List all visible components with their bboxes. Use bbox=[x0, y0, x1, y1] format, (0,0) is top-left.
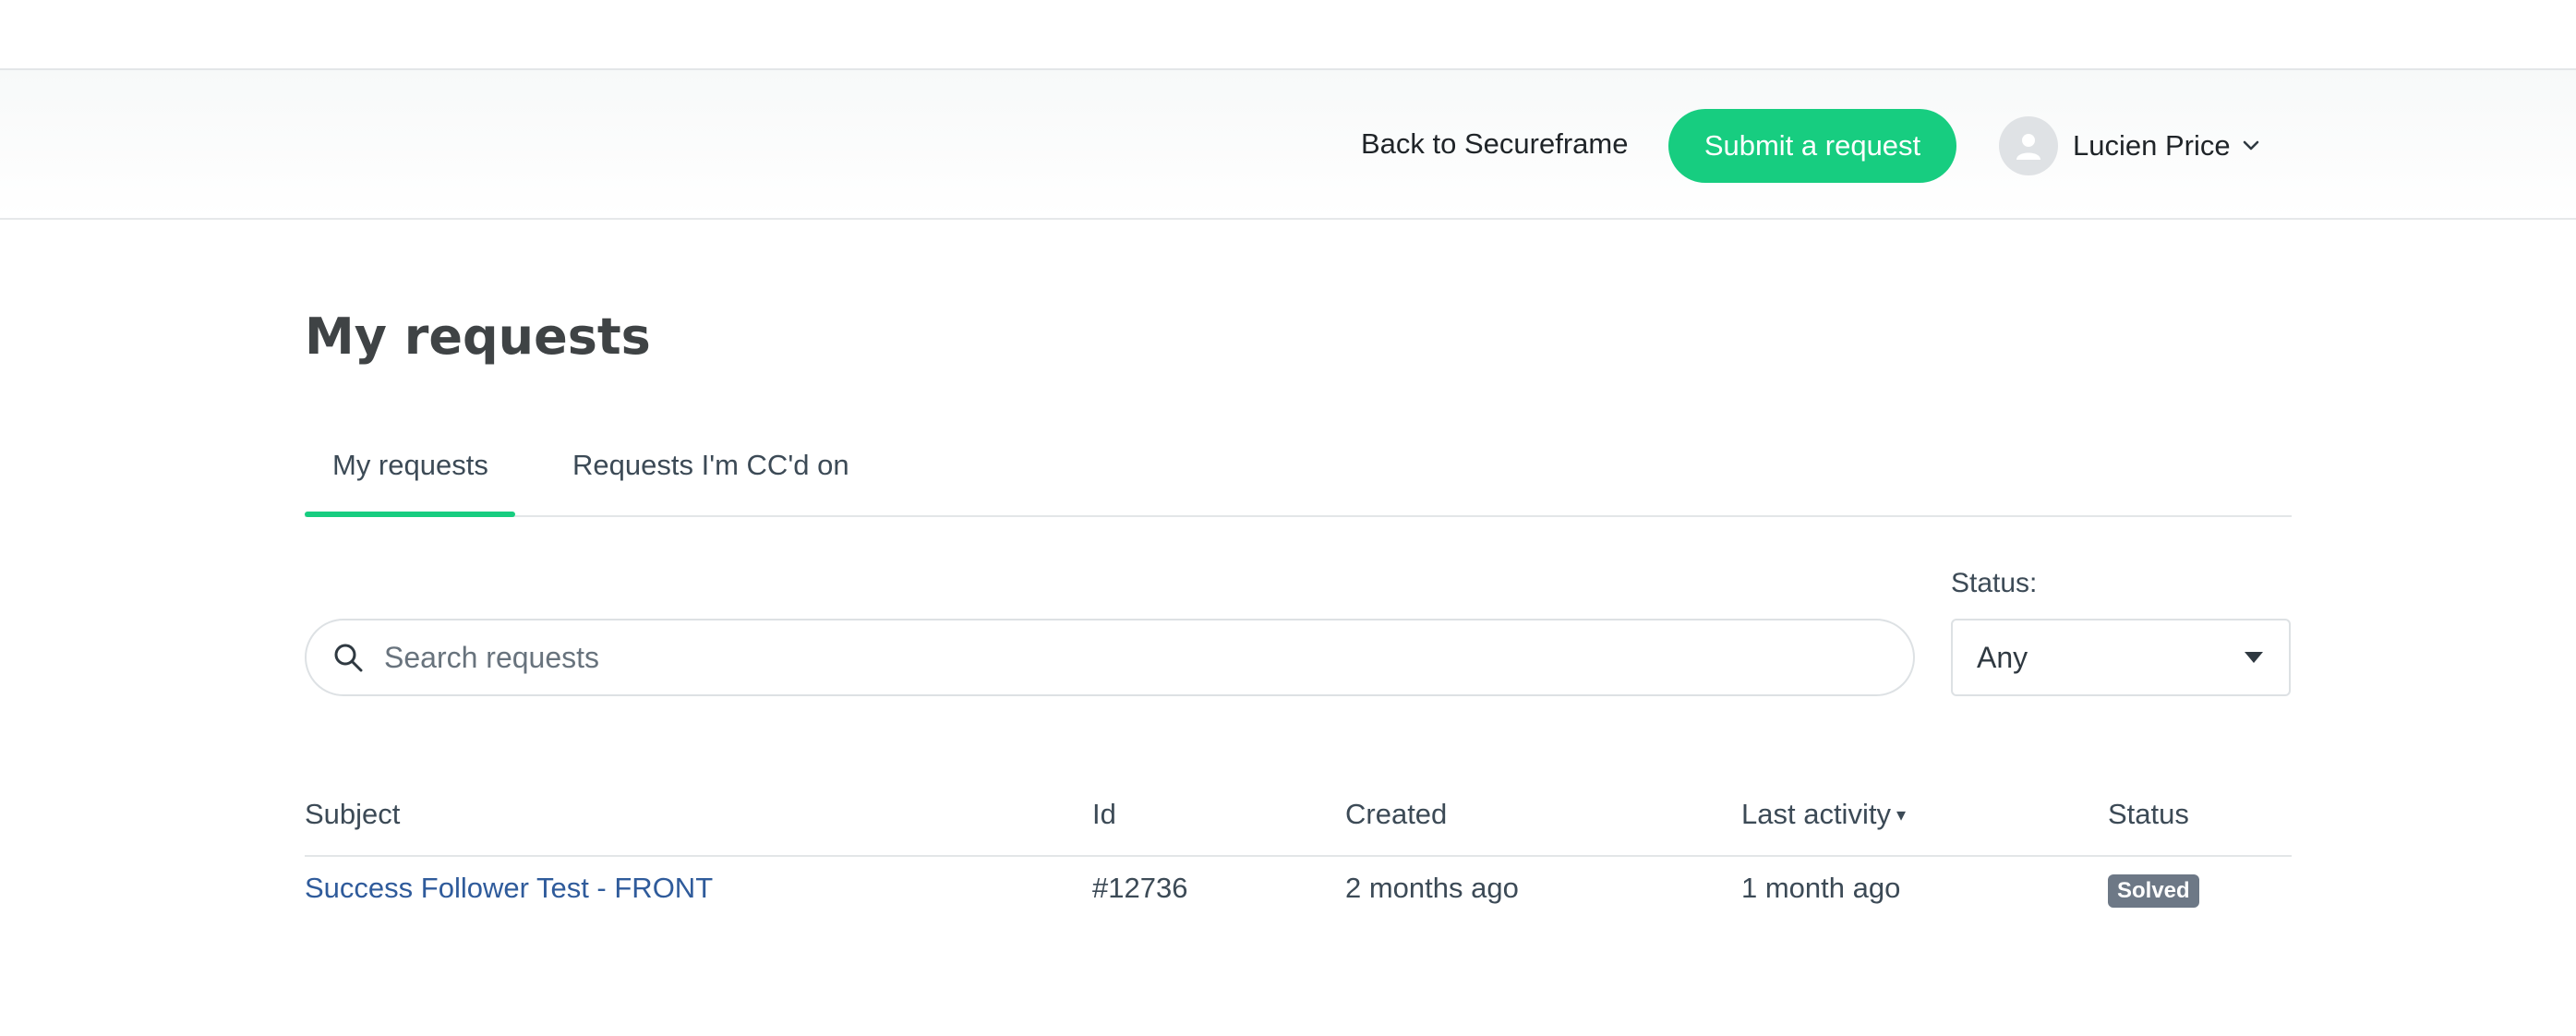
tab-cc-requests[interactable]: Requests I'm CC'd on bbox=[572, 449, 849, 482]
caret-down-icon bbox=[2245, 652, 2263, 663]
status-select-value: Any bbox=[1977, 640, 2028, 674]
tab-my-requests[interactable]: My requests bbox=[332, 449, 488, 482]
page-title: My requests bbox=[305, 307, 651, 366]
user-name: Lucien Price bbox=[2073, 129, 2231, 162]
status-badge: Solved bbox=[2108, 874, 2199, 908]
submit-request-button[interactable]: Submit a request bbox=[1668, 109, 1956, 183]
table-header: Subject Id Created Last activity ▾ Status bbox=[305, 785, 2292, 857]
chevron-down-icon bbox=[2242, 139, 2260, 152]
sort-desc-icon: ▾ bbox=[1896, 805, 1906, 825]
status-select[interactable]: Any bbox=[1951, 619, 2291, 696]
search-box[interactable] bbox=[305, 619, 1915, 696]
column-header-created[interactable]: Created bbox=[1345, 798, 1447, 831]
request-last-activity: 1 month ago bbox=[1741, 872, 1901, 904]
column-header-id[interactable]: Id bbox=[1092, 798, 1116, 831]
user-menu[interactable]: Lucien Price bbox=[1999, 116, 2260, 175]
request-created: 2 months ago bbox=[1345, 872, 1519, 904]
requests-table: Subject Id Created Last activity ▾ Status… bbox=[305, 785, 2292, 908]
request-id: #12736 bbox=[1092, 872, 1188, 904]
request-subject-link[interactable]: Success Follower Test - FRONT bbox=[305, 872, 713, 905]
search-icon bbox=[332, 642, 364, 673]
user-avatar-icon bbox=[1999, 116, 2058, 175]
search-input[interactable] bbox=[382, 639, 1860, 676]
top-bar bbox=[0, 0, 2576, 70]
column-header-last-activity[interactable]: Last activity ▾ bbox=[1741, 798, 1906, 831]
active-tab-indicator bbox=[305, 512, 515, 517]
column-header-last-activity-label: Last activity bbox=[1741, 798, 1891, 830]
request-tabs: My requests Requests I'm CC'd on bbox=[305, 434, 2292, 517]
request-status-cell: Solved bbox=[2108, 872, 2199, 908]
column-header-subject[interactable]: Subject bbox=[305, 798, 400, 831]
back-to-secureframe-link[interactable]: Back to Secureframe bbox=[1361, 127, 1628, 161]
status-filter-label: Status: bbox=[1951, 568, 2038, 598]
column-header-status[interactable]: Status bbox=[2108, 798, 2189, 831]
